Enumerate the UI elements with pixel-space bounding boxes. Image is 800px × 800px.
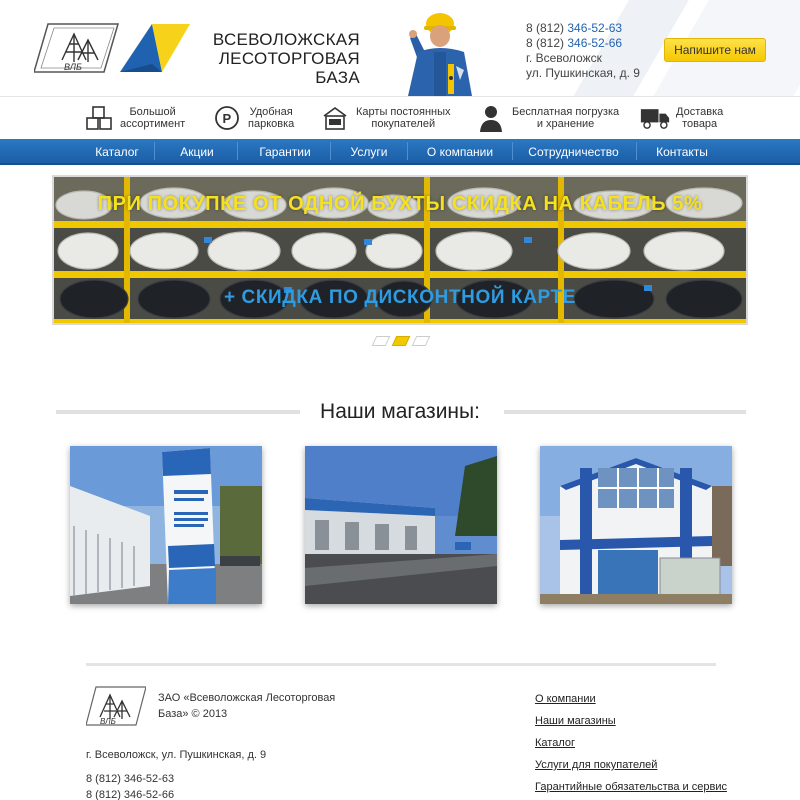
features-bar: Большой ассортимент P Удобная парковка Кар… <box>0 96 800 138</box>
site-header: ВЛБ Всеволожская лесоторговая база 8 (81… <box>0 0 800 96</box>
slider-dot-2-active[interactable] <box>391 336 411 346</box>
banner-subtitle: + СКИДКА ПО ДИСКОНТНОЙ КАРТЕ <box>223 287 577 308</box>
boxes-icon <box>84 103 114 133</box>
slider-pagination <box>371 336 432 348</box>
shops-section-title: Наши магазины: <box>320 400 480 423</box>
shop-photo-3[interactable] <box>540 446 732 604</box>
phone-prefix: 8 (812) <box>526 36 568 50</box>
worker-illustration <box>408 13 472 96</box>
banner-title: ПРИ ПОКУПКЕ ОТ ОДНОЙ БУХТЫ СКИДКА НА КАБ… <box>97 193 703 215</box>
nav-divider <box>407 142 408 160</box>
shop-photo-2[interactable] <box>305 446 497 604</box>
footer-company: ЗАО «Всеволожская Лесоторговая База» © 2… <box>158 690 348 722</box>
nav-item-about[interactable]: О компании <box>410 139 510 163</box>
footer-logo[interactable]: ВЛБ <box>86 685 146 729</box>
nav-divider <box>154 142 155 160</box>
header-phone-1[interactable]: 8 (812) 346-52-63 <box>526 21 640 36</box>
shop-photo-warehouse <box>305 446 497 604</box>
feature-label: Большой ассортимент <box>120 106 186 130</box>
worker-icon <box>476 103 506 133</box>
slider-dot-3[interactable] <box>411 336 431 346</box>
shop-photo-1[interactable] <box>70 446 262 604</box>
header-phone-2[interactable]: 8 (812) 346-52-66 <box>526 36 640 51</box>
nav-item-services[interactable]: Услуги <box>333 139 405 163</box>
feature-label: Бесплатная погрузка и хранение <box>512 106 620 130</box>
header-city: г. Всеволожск <box>526 51 602 65</box>
feature-parking: P Удобная парковка <box>212 101 294 135</box>
svg-text:P: P <box>223 111 232 126</box>
slider-dot-1[interactable] <box>371 336 391 346</box>
shop-photo-pylon <box>70 446 262 604</box>
main-nav: Каталог Акции Гарантии Услуги О компании… <box>0 139 800 165</box>
nav-divider <box>237 142 238 160</box>
footer-phones: 8 (812) 346-52-63 8 (812) 346-52-66 <box>86 771 174 800</box>
feature-loading: Бесплатная погрузка и хранение <box>476 101 619 135</box>
company-name: Всеволожская лесоторговая база <box>190 30 360 87</box>
footer-link-customer-services[interactable]: Услуги для покупателей <box>535 754 727 776</box>
company-name-line1: Всеволожская <box>212 30 360 49</box>
phone-prefix: 8 (812) <box>526 21 568 35</box>
footer-phone-1[interactable]: 8 (812) 346-52-63 <box>86 771 174 787</box>
nav-item-guarantees[interactable]: Гарантии <box>240 139 330 163</box>
feature-label: Удобная парковка <box>248 106 295 130</box>
nav-divider <box>512 142 513 160</box>
nav-item-promotions[interactable]: Акции <box>158 139 236 163</box>
logo-text: ВЛБ <box>64 62 82 72</box>
footer-link-warranty[interactable]: Гарантийные обязательства и сервис <box>535 776 727 798</box>
footer-phone-2[interactable]: 8 (812) 346-52-66 <box>86 787 174 800</box>
feature-loyalty-cards: Карты постоянных покупателей <box>320 101 451 135</box>
footer-company-line1: ЗАО «Всеволожская Лесоторговая <box>158 692 336 704</box>
feature-label: Карты постоянных покупателей <box>356 106 451 130</box>
header-street: ул. Пушкинская, д. 9 <box>526 66 640 80</box>
parking-icon: P <box>212 103 242 133</box>
footer-address: г. Всеволожск, ул. Пушкинская, д. 9 <box>86 749 267 761</box>
footer-links: О компании Наши магазины Каталог Услуги … <box>535 688 727 798</box>
company-logo[interactable]: ВЛБ <box>34 20 194 76</box>
footer-link-our-shops[interactable]: Наши магазины <box>535 710 727 732</box>
footer-logo-text: ВЛБ <box>100 717 116 726</box>
write-us-button[interactable]: Напишите нам <box>664 38 766 62</box>
nav-item-contacts[interactable]: Контакты <box>639 139 725 163</box>
header-contacts: 8 (812) 346-52-63 8 (812) 346-52-66 г. В… <box>526 21 640 81</box>
footer-link-about[interactable]: О компании <box>535 688 727 710</box>
footer-link-catalog[interactable]: Каталог <box>535 732 727 754</box>
feature-assortment: Большой ассортимент <box>84 101 185 135</box>
nav-item-cooperation[interactable]: Сотрудничество <box>515 139 632 163</box>
phone-number: 346-52-66 <box>567 36 623 50</box>
card-icon <box>320 103 350 133</box>
nav-divider <box>330 142 331 160</box>
feature-label: Доставка товара <box>676 106 724 130</box>
footer-divider <box>86 663 716 666</box>
phone-number: 346-52-63 <box>567 21 623 35</box>
nav-divider <box>636 142 637 160</box>
truck-icon <box>640 103 670 133</box>
company-name-line2: лесоторговая база <box>218 49 360 87</box>
nav-item-catalog[interactable]: Каталог <box>84 139 150 163</box>
promo-banner-slider[interactable]: ПРИ ПОКУПКЕ ОТ ОДНОЙ БУХТЫ СКИДКА НА КАБ… <box>52 175 748 325</box>
footer-company-line2: База» © 2013 <box>158 708 228 720</box>
shop-photo-store-front <box>540 446 732 604</box>
feature-delivery: Доставка товара <box>640 101 723 135</box>
